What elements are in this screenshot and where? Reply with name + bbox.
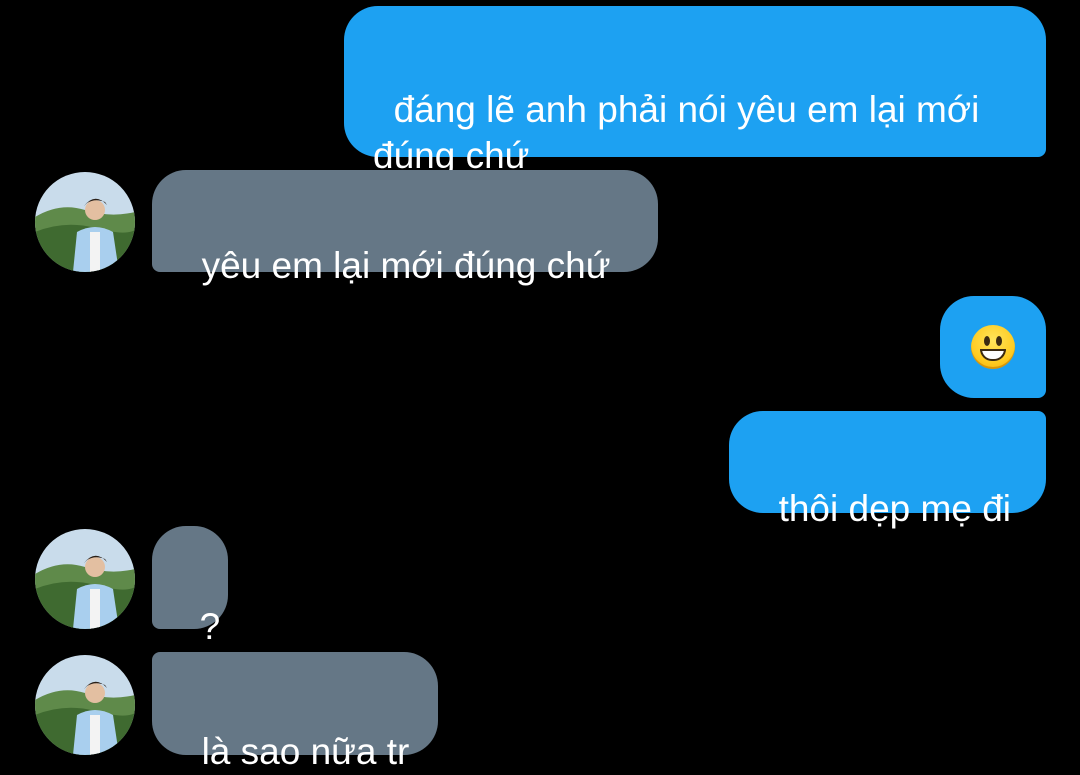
avatar-photo-icon	[35, 655, 135, 755]
grinning-face-emoji-icon	[971, 325, 1015, 369]
message-bubble-incoming[interactable]: ?	[152, 526, 228, 647]
message-text: là sao nữa tr	[201, 731, 410, 772]
contact-avatar[interactable]	[35, 172, 135, 272]
message-bubble-outgoing[interactable]: thôi dẹp mẹ đi	[729, 411, 1046, 529]
message-text: ?	[199, 606, 221, 647]
message-text: đáng lẽ anh phải nói yêu em lại mới đúng…	[373, 89, 980, 176]
avatar-photo-icon	[35, 529, 135, 629]
avatar-photo-icon	[35, 172, 135, 272]
message-bubble-outgoing[interactable]: đáng lẽ anh phải nói yêu em lại mới đúng…	[344, 6, 1046, 176]
contact-avatar[interactable]	[35, 655, 135, 755]
contact-avatar[interactable]	[35, 529, 135, 629]
message-bubble-outgoing[interactable]	[940, 296, 1046, 398]
message-text: yêu em lại mới đúng chứ	[201, 245, 611, 286]
message-bubble-incoming[interactable]: là sao nữa tr	[152, 652, 438, 772]
message-text: thôi dẹp mẹ đi	[778, 488, 1011, 529]
message-bubble-incoming[interactable]: yêu em lại mới đúng chứ	[152, 170, 658, 286]
